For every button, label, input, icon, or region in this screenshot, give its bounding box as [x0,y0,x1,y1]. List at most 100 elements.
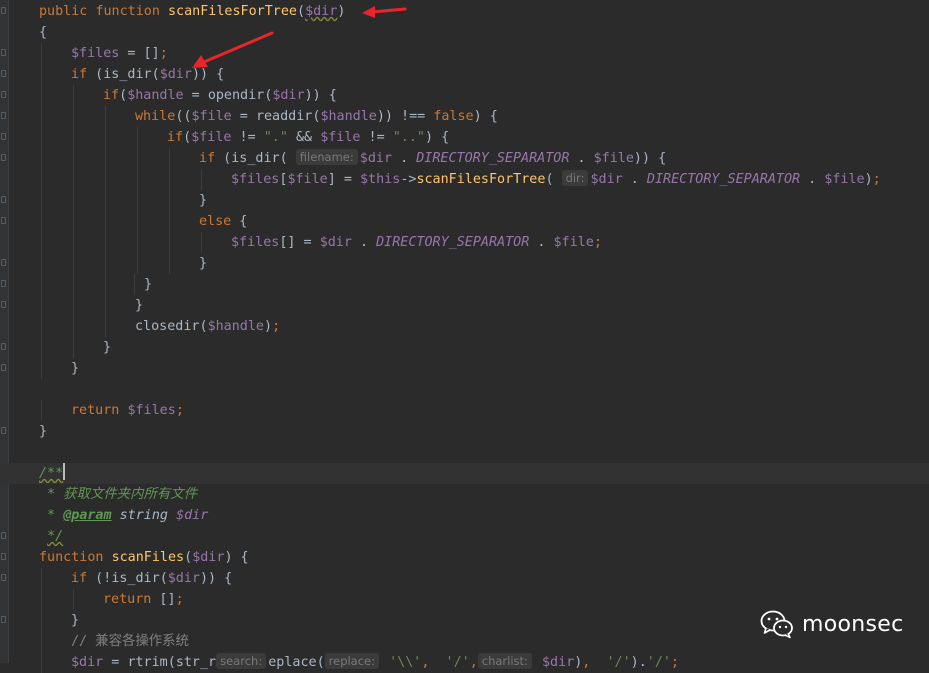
indent-guide [41,589,42,610]
indent-guide [73,127,74,148]
code-line[interactable]: * 获取文件夹内所有文件 [0,484,929,505]
indent-guide [73,274,74,295]
parameter-hint: filename: [295,149,358,165]
code-line[interactable]: if (is_dir( filename: $dir . DIRECTORY_SE… [0,148,929,169]
code-text[interactable]: public function scanFilesForTree($dir) [39,1,345,22]
indent-guide [41,232,42,253]
code-line[interactable]: { [0,22,929,43]
code-text[interactable]: if (!is_dir($dir)) { [71,568,232,589]
indent-guide [73,190,74,211]
code-line[interactable]: } [0,421,929,442]
indent-guide [169,148,170,169]
code-line[interactable]: else { [0,211,929,232]
code-text[interactable]: $files = []; [71,43,168,64]
code-line[interactable]: } [0,337,929,358]
code-line[interactable]: return $files; [0,400,929,421]
code-text[interactable]: else { [199,211,247,232]
indent-guide [73,106,74,127]
indent-guide [41,274,42,295]
code-text[interactable]: } [199,253,207,274]
indent-guide [105,274,106,295]
indent-guide [41,211,42,232]
code-line[interactable] [0,379,929,400]
indent-guide [73,295,74,316]
code-line[interactable]: $files = []; [0,43,929,64]
code-line[interactable]: * @param string $dir [0,505,929,526]
code-line[interactable]: $files[] = $dir . DIRECTORY_SEPARATOR . … [0,232,929,253]
code-text[interactable]: // 兼容各操作系统 [71,631,189,652]
code-line[interactable]: if($file != "." && $file != "..") { [0,127,929,148]
code-text[interactable]: } [144,274,152,295]
code-text[interactable]: return []; [103,589,184,610]
code-text[interactable]: if($file != "." && $file != "..") { [167,127,449,148]
indent-guide [105,316,106,337]
code-line[interactable]: } [0,358,929,379]
code-line[interactable] [0,442,929,463]
red-arrow-icon [192,31,274,68]
code-text[interactable]: $files[$file] = $this->scanFilesForTree(… [231,169,881,190]
code-line[interactable]: } [0,190,929,211]
code-text[interactable]: * @param string $dir [39,505,208,526]
code-line[interactable]: /** [0,463,929,484]
indent-guide [137,127,138,148]
indent-guide [73,148,74,169]
indent-guide [201,169,202,190]
code-text[interactable]: function scanFiles($dir) { [39,547,249,568]
indent-guide [169,169,170,190]
parameter-hint: search: [216,653,267,669]
code-line[interactable]: closedir($handle); [0,316,929,337]
indent-guide [169,211,170,232]
code-text[interactable]: } [135,295,143,316]
code-text[interactable]: closedir($handle); [135,316,280,337]
indent-guide [41,316,42,337]
code-line[interactable]: public function scanFilesForTree($dir) [0,1,929,22]
watermark: moonsec [760,606,904,642]
code-line[interactable]: function scanFiles($dir) { [0,547,929,568]
code-text[interactable]: * 获取文件夹内所有文件 [39,484,197,505]
indent-guide [73,169,74,190]
code-line[interactable]: $files[$file] = $this->scanFilesForTree(… [0,169,929,190]
code-text[interactable]: $files[] = $dir . DIRECTORY_SEPARATOR . … [231,232,602,253]
code-line[interactable]: if (is_dir($dir)) { [0,64,929,85]
indent-guide [105,127,106,148]
code-text[interactable]: if (is_dir( filename: $dir . DIRECTORY_SE… [199,148,666,169]
code-text[interactable]: /** [39,463,66,484]
code-text[interactable]: } [71,358,79,379]
indent-guide [41,43,42,64]
code-text[interactable]: if($handle = opendir($dir)) { [103,85,337,106]
code-text[interactable]: */ [39,526,63,547]
indent-guide [73,232,74,253]
wechat-logo-icon [760,610,793,639]
code-editor[interactable]: public function scanFilesForTree($dir){ $… [0,0,929,673]
code-text[interactable]: } [39,421,47,442]
indent-guide [105,106,106,127]
code-line[interactable]: */ [0,526,929,547]
code-line[interactable]: while(($file = readdir($handle)) !== fal… [0,106,929,127]
code-text[interactable]: return $files; [71,400,184,421]
indent-guide [41,169,42,190]
indent-guide [41,127,42,148]
code-line[interactable]: } [0,274,929,295]
code-text[interactable]: } [71,610,79,631]
code-line[interactable]: if (!is_dir($dir)) { [0,568,929,589]
indent-guide [137,169,138,190]
parameter-hint: charlist: [477,653,532,669]
code-line[interactable]: if($handle = opendir($dir)) { [0,85,929,106]
code-text[interactable]: while(($file = readdir($handle)) !== fal… [135,106,498,127]
code-line[interactable]: } [0,295,929,316]
indent-guide [105,232,106,253]
parameter-hint: replace: [324,653,380,669]
indent-guide [41,64,42,85]
code-text[interactable]: { [39,22,47,43]
indent-guide [73,589,74,610]
indent-guide [41,106,42,127]
indent-guide [201,232,202,253]
code-line[interactable]: } [0,253,929,274]
indent-guide [41,568,42,589]
indent-guide [73,85,74,106]
indent-guide [137,232,138,253]
code-text[interactable]: } [103,337,111,358]
indent-guide [105,148,106,169]
code-text[interactable]: } [199,190,207,211]
indent-guide [137,190,138,211]
